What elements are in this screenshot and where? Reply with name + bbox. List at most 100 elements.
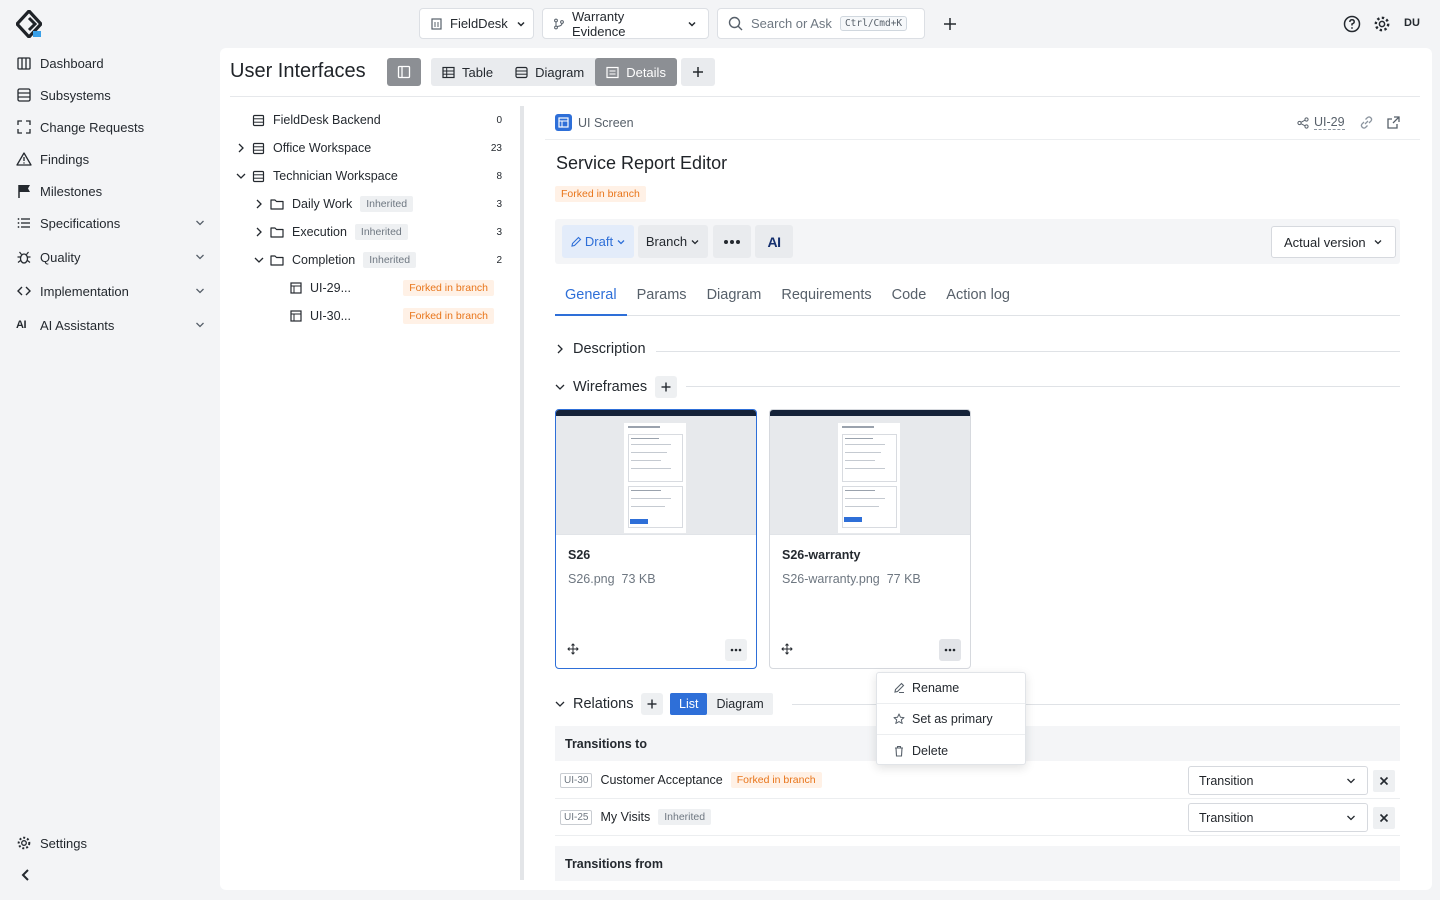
branch-selector[interactable]: Warranty Evidence (542, 8, 709, 39)
change-requests-icon (16, 119, 32, 135)
open-external-icon[interactable] (1386, 115, 1401, 130)
drag-handle-icon[interactable] (567, 643, 579, 655)
help-icon[interactable] (1343, 15, 1361, 33)
relation-name[interactable]: Customer Acceptance (600, 773, 722, 787)
divider (686, 386, 1400, 387)
sidebar-label: Milestones (40, 183, 103, 199)
workspace-selector[interactable]: FieldDesk (419, 8, 534, 39)
relation-type-select[interactable]: Transition (1188, 766, 1368, 795)
sidebar-item-milestones[interactable]: Milestones (16, 179, 206, 203)
app-logo[interactable] (16, 10, 42, 38)
branch-button[interactable]: Branch (638, 225, 708, 258)
remove-relation-button[interactable] (1373, 807, 1395, 829)
ai-button[interactable]: AI (755, 225, 793, 258)
sidebar-item-subsystems[interactable]: Subsystems (16, 83, 206, 107)
version-select[interactable]: Actual version (1271, 226, 1396, 258)
wireframe-thumbnail[interactable] (556, 410, 756, 535)
tab-general[interactable]: General (555, 279, 627, 316)
chevron-right-icon[interactable] (254, 198, 264, 210)
tab-code[interactable]: Code (882, 279, 937, 316)
user-avatar[interactable]: DU (1404, 17, 1420, 29)
tree-node-ui-29[interactable]: UI-29... Forked in branch (236, 275, 502, 301)
draft-status-button[interactable]: Draft (562, 225, 634, 258)
sidebar-item-dashboard[interactable]: Dashboard (16, 51, 206, 75)
tree-node-technician-workspace[interactable]: Technician Workspace 8 (236, 163, 502, 189)
gear-icon[interactable] (1373, 15, 1391, 33)
diagram-icon (515, 66, 528, 79)
menu-item-rename[interactable]: Rename (877, 673, 1025, 704)
wireframe-thumbnail[interactable] (770, 410, 970, 535)
chevron-down-icon[interactable] (254, 254, 264, 266)
wireframe-card[interactable]: S26 S26.png 73 KB (555, 409, 757, 669)
tree-node-completion[interactable]: Completion Inherited 2 (236, 247, 502, 273)
relations-section-header[interactable]: Relations (555, 693, 664, 715)
tab-label: Table (462, 64, 494, 80)
chevron-down-icon (194, 285, 206, 297)
tree-label: Completion (292, 253, 356, 267)
sidebar-label: AI Assistants (40, 317, 115, 333)
tab-requirements[interactable]: Requirements (771, 279, 881, 316)
chevron-right-icon[interactable] (254, 226, 264, 238)
wireframe-meta: S26-warranty.png 77 KB (782, 572, 921, 586)
tab-table[interactable]: Table (431, 58, 504, 86)
sidebar-item-implementation[interactable]: Implementation (16, 279, 206, 303)
tree-node-office-workspace[interactable]: Office Workspace 23 (236, 135, 502, 161)
tab-diagram[interactable]: Diagram (697, 279, 772, 316)
tree-label: UI-29... (310, 281, 351, 295)
toggle-tree-button[interactable] (387, 58, 421, 86)
tab-diagram[interactable]: Diagram (504, 58, 595, 86)
tree-label: UI-30... (310, 309, 351, 323)
transitions-from-header: Transitions from (555, 846, 1400, 881)
tab-action-log[interactable]: Action log (936, 279, 1020, 316)
description-section-header[interactable]: Description (555, 341, 646, 357)
tab-params[interactable]: Params (627, 279, 697, 316)
search-placeholder: Search or Ask (751, 16, 832, 31)
add-view-button[interactable] (681, 58, 715, 86)
tree-label: Technician Workspace (273, 169, 398, 183)
menu-item-delete[interactable]: Delete (877, 735, 1025, 766)
more-actions-button[interactable] (713, 225, 751, 258)
tree-node-daily-work[interactable]: Daily Work Inherited 3 (236, 191, 502, 217)
wireframe-more-button[interactable] (725, 639, 747, 661)
remove-relation-button[interactable] (1373, 770, 1395, 792)
tree-node-ui-30[interactable]: UI-30... Forked in branch (236, 303, 502, 329)
relation-name[interactable]: My Visits (600, 810, 650, 824)
relation-id[interactable]: UI-25 (560, 809, 593, 825)
tree-node-execution[interactable]: Execution Inherited 3 (236, 219, 502, 245)
sidebar-item-quality[interactable]: Quality (16, 245, 206, 269)
drag-handle-icon[interactable] (781, 643, 793, 655)
sidebar-item-settings[interactable]: Settings (16, 831, 206, 855)
tab-details[interactable]: Details (595, 58, 677, 86)
chevron-down-icon[interactable] (236, 170, 246, 182)
relation-type-select[interactable]: Transition (1188, 803, 1368, 832)
add-icon[interactable] (940, 14, 960, 34)
relations-diagram-button[interactable]: Diagram (707, 693, 772, 715)
add-relation-button[interactable] (641, 693, 664, 715)
wireframe-file: S26.png (568, 572, 615, 586)
sidebar-item-findings[interactable]: Findings (16, 147, 206, 171)
wireframe-card[interactable]: S26-warranty S26-warranty.png 77 KB (769, 409, 971, 669)
detail-tabs: General Params Diagram Requirements Code… (555, 279, 1400, 316)
sidebar-item-change-requests[interactable]: Change Requests (16, 115, 206, 139)
add-wireframe-button[interactable] (655, 376, 678, 398)
wireframes-section-header[interactable]: Wireframes (555, 376, 678, 398)
search-box[interactable]: Search or Ask Ctrl/Cmd+K (717, 8, 925, 39)
relation-id[interactable]: UI-30 (560, 772, 593, 788)
forked-badge: Forked in branch (403, 280, 494, 296)
entity-id-link[interactable]: UI-29 (1297, 115, 1345, 130)
wireframe-size: 77 KB (886, 572, 921, 586)
tree-node-fielddesk-backend[interactable]: FieldDesk Backend 0 (236, 107, 502, 133)
divider (656, 351, 1400, 352)
relations-list-button[interactable]: List (670, 693, 708, 715)
sidebar-item-specifications[interactable]: Specifications (16, 211, 206, 235)
bug-icon (16, 249, 32, 265)
copy-link-icon[interactable] (1359, 115, 1374, 130)
sidebar-item-ai-assistants[interactable]: AI AI Assistants (16, 313, 206, 337)
collapse-sidebar-icon[interactable] (18, 867, 34, 883)
menu-item-set-primary[interactable]: Set as primary (877, 704, 1025, 735)
chevron-right-icon[interactable] (236, 142, 246, 154)
wireframe-more-button[interactable] (939, 639, 961, 661)
tab-label: Details (626, 64, 666, 80)
panel-splitter[interactable] (520, 106, 524, 880)
database-icon (252, 114, 265, 127)
